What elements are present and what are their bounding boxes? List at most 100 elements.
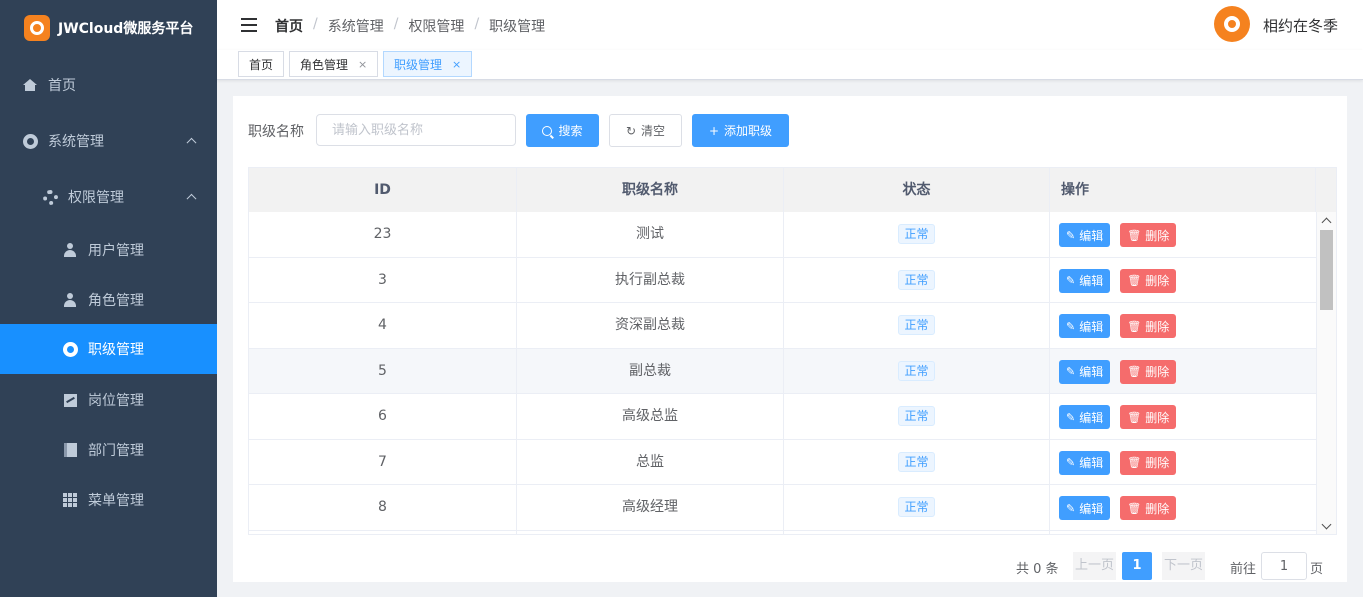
tag-roles[interactable]: 角色管理 ×: [289, 51, 379, 77]
edit-label: 编辑: [1079, 228, 1104, 243]
row-actions: ✎ 编辑 🗑 删除: [1059, 223, 1186, 247]
status-badge: 正常: [898, 497, 935, 517]
status-badge: 正常: [898, 315, 935, 335]
cell-id: 6: [249, 394, 517, 439]
delete-label: 删除: [1145, 410, 1170, 425]
edit-button[interactable]: ✎ 编辑: [1059, 268, 1111, 293]
tag-ranks[interactable]: 职级管理 ×: [383, 51, 473, 77]
search-label: 职级名称: [248, 124, 304, 140]
table-body: 23 测试 正常 ✎编辑 🗑删除 3 执行副总裁 正常 ✎编辑 🗑删除: [249, 212, 1316, 534]
table-row: 4 资深副总裁 正常 ✎ 编辑 🗑 删除: [249, 303, 1316, 349]
sidebar-item-label: 首页: [48, 78, 76, 94]
edit-button[interactable]: ✎ 编辑: [1059, 405, 1111, 429]
trash-icon: 🗑: [1127, 410, 1142, 424]
sidebar-item-label: 职级管理: [88, 342, 144, 358]
tag-home[interactable]: 首页: [238, 51, 285, 77]
rank-table: ID 职级名称 状态 操作 23 测试 正常 ✎ 编辑 🗑 删除 3 执行副总裁 正…: [248, 167, 1337, 535]
row-actions: ✎ 编辑 🗑 删除: [1059, 496, 1186, 520]
delete-button[interactable]: 🗑 删除: [1120, 268, 1177, 293]
edit-label: 编辑: [1079, 319, 1104, 334]
table-row: [249, 530, 1316, 534]
row-actions: ✎ 编辑 🗑 删除: [1059, 450, 1186, 475]
main-card: 职级名称 搜索 ↻ 清空 + 添加职级 ID 职级名称 状态 操作 23 测试 …: [233, 96, 1347, 582]
sidebar-item-departments[interactable]: 部门管理: [0, 425, 217, 475]
sidebar-item-positions[interactable]: 岗位管理: [0, 375, 217, 425]
chevron-up-icon: [186, 193, 197, 204]
cell-status: 正常: [784, 257, 1050, 303]
delete-label: 删除: [1145, 365, 1170, 379]
pencil-icon: ✎: [1066, 365, 1076, 378]
add-rank-button[interactable]: + 添加职级: [692, 114, 789, 147]
column-header-id[interactable]: ID: [249, 168, 517, 212]
column-header-status[interactable]: 状态: [784, 168, 1050, 212]
delete-button[interactable]: 🗑 删除: [1120, 450, 1177, 475]
prev-page-button[interactable]: 上一页: [1073, 552, 1117, 580]
page-number-current[interactable]: 1: [1122, 552, 1152, 580]
sidebar-item-label: 系统管理: [48, 134, 104, 150]
sidebar-item-label: 岗位管理: [88, 393, 144, 409]
delete-button[interactable]: 🗑 删除: [1120, 359, 1177, 384]
search-button[interactable]: 搜索: [526, 114, 599, 147]
tags-view: 首页 角色管理 × 职级管理 ×: [217, 50, 1363, 80]
chevron-down-icon[interactable]: [1321, 519, 1332, 530]
edit-button[interactable]: ✎ 编辑: [1059, 450, 1111, 475]
table-row: 3 执行副总裁 正常 ✎ 编辑 🗑 删除: [249, 257, 1316, 303]
pencil-icon: ✎: [1066, 501, 1076, 515]
delete-button[interactable]: 🗑 删除: [1120, 496, 1177, 520]
scroll-thumb[interactable]: [1320, 230, 1333, 310]
sidebar-item-label: 用户管理: [88, 243, 144, 259]
sidebar-item-permission[interactable]: 权限管理: [0, 172, 217, 222]
edit-button[interactable]: ✎ 编辑: [1059, 359, 1111, 384]
sidebar-item-menus[interactable]: 菜单管理: [0, 475, 217, 525]
sidebar-item-roles[interactable]: 角色管理: [0, 275, 217, 325]
chevron-up-icon[interactable]: [1321, 217, 1332, 228]
sidebar-item-ranks[interactable]: 职级管理: [0, 324, 217, 374]
trash-icon: 🗑: [1127, 501, 1142, 515]
brand-logo-icon: [24, 15, 50, 41]
table-scrollbar[interactable]: [1316, 212, 1336, 534]
brand[interactable]: JWCloud微服务平台: [0, 0, 217, 56]
plus-icon: +: [708, 123, 720, 138]
edit-button[interactable]: ✎ 编辑: [1059, 223, 1111, 247]
pencil-icon: ✎: [1066, 228, 1076, 242]
edit-button[interactable]: ✎ 编辑: [1059, 314, 1111, 338]
column-header-name[interactable]: 职级名称: [517, 168, 784, 212]
delete-button[interactable]: 🗑 删除: [1120, 405, 1177, 429]
cell-id: 4: [249, 303, 517, 348]
table-row: 7 总监 正常 ✎ 编辑 🗑 删除: [249, 439, 1316, 485]
cell-name: 高级总监: [517, 394, 784, 439]
pencil-icon: ✎: [1066, 274, 1076, 287]
table-row: 5 副总裁 正常 ✎ 编辑 🗑 删除: [249, 348, 1316, 394]
hamburger-icon[interactable]: [241, 18, 257, 32]
cell-status: 正常: [784, 439, 1050, 485]
breadcrumb-permission: 权限管理: [408, 19, 465, 35]
edit-button[interactable]: ✎ 编辑: [1059, 496, 1111, 520]
sidebar-item-users[interactable]: 用户管理: [0, 225, 217, 275]
breadcrumb-home[interactable]: 首页: [275, 16, 303, 36]
next-page-button[interactable]: 下一页: [1162, 552, 1206, 580]
close-icon[interactable]: ×: [358, 58, 367, 71]
row-actions: ✎ 编辑 🗑 删除: [1059, 268, 1186, 293]
avatar[interactable]: [1214, 6, 1250, 42]
cell-name: 副总裁: [517, 348, 784, 394]
status-badge: 正常: [898, 406, 935, 426]
delete-button[interactable]: 🗑 删除: [1120, 314, 1177, 338]
delete-label: 删除: [1145, 274, 1170, 288]
close-icon[interactable]: ×: [452, 58, 461, 71]
sidebar-item-system[interactable]: 系统管理: [0, 116, 217, 166]
row-actions: ✎ 编辑 🗑 删除: [1059, 314, 1186, 338]
header-gutter: [1316, 168, 1336, 212]
brand-title: JWCloud微服务平台: [58, 21, 194, 37]
chart-icon: [62, 392, 78, 408]
goto-page-input[interactable]: [1261, 552, 1307, 580]
breadcrumb-separator: /: [393, 16, 399, 32]
sidebar-item-home[interactable]: 首页: [0, 60, 217, 110]
user-name[interactable]: 相约在冬季: [1263, 15, 1338, 36]
cell-id: [249, 530, 517, 534]
sidebar-item-label: 角色管理: [88, 293, 144, 309]
search-input[interactable]: [316, 114, 516, 146]
add-button-label: 添加职级: [724, 124, 773, 138]
clear-button[interactable]: ↻ 清空: [609, 114, 682, 147]
delete-button[interactable]: 🗑 删除: [1120, 223, 1177, 247]
cell-id: 3: [249, 257, 517, 303]
